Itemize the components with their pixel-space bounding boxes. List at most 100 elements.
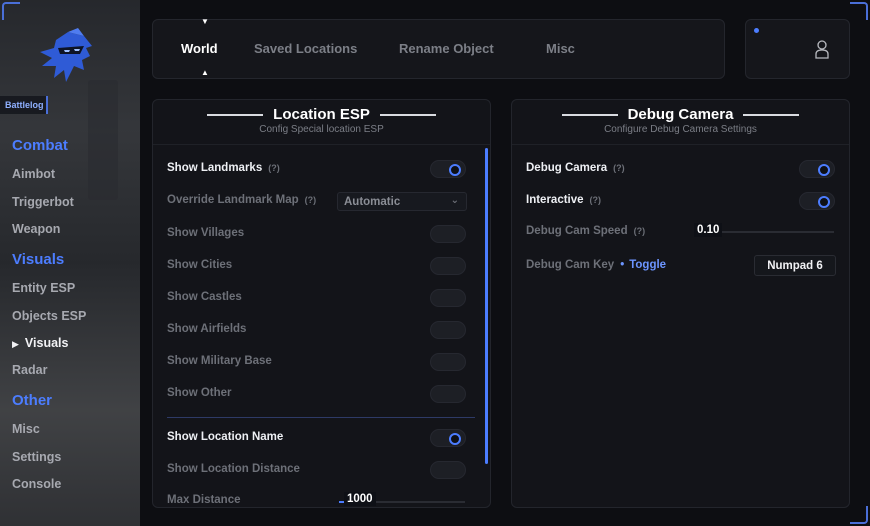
toggle-show-airfields[interactable]: [430, 321, 466, 339]
nav-section-combat: Combat: [12, 137, 68, 154]
nav-item-misc[interactable]: Misc: [12, 422, 40, 436]
nav-item-console[interactable]: Console: [12, 477, 61, 491]
toggle-show-landmarks[interactable]: [430, 160, 466, 178]
tab-misc[interactable]: Misc: [546, 41, 575, 56]
tab-rename-object[interactable]: Rename Object: [399, 41, 494, 56]
toggle-show-military-base[interactable]: [430, 353, 466, 371]
label: Debug Cam Speed: [526, 225, 628, 237]
user-icon[interactable]: [814, 39, 830, 59]
row-override-landmark-map: Override Landmark Map (?): [167, 194, 316, 206]
label: Show Landmarks: [167, 162, 263, 174]
label: Debug Camera: [526, 162, 608, 174]
location-esp-subtitle: Config Special location ESP: [259, 124, 384, 135]
label: Override Landmark Map: [167, 194, 299, 206]
debug-camera-subtitle: Configure Debug Camera Settings: [604, 124, 757, 135]
label: Show Location Distance: [167, 463, 300, 475]
toggle-knob: [818, 164, 830, 176]
row-debug-cam-speed: Debug Cam Speed (?): [526, 225, 645, 237]
nav-item-radar[interactable]: Radar: [12, 363, 47, 377]
toggle-show-castles[interactable]: [430, 289, 466, 307]
active-arrow-icon: ▶: [12, 339, 19, 349]
help-icon[interactable]: (?): [305, 195, 317, 205]
label: Show Cities: [167, 259, 233, 271]
label: Show Location Name: [167, 431, 284, 443]
user-box[interactable]: [745, 19, 850, 79]
toggle-knob: [449, 433, 461, 445]
title-line-left: [207, 114, 264, 117]
location-esp-title: Location ESP: [273, 106, 370, 123]
panel-title-location-esp: Location ESP: [153, 106, 490, 123]
label: Show Military Base: [167, 355, 272, 367]
nav-item-aimbot[interactable]: Aimbot: [12, 167, 55, 181]
row-interactive: Interactive (?): [526, 194, 601, 206]
label: Interactive: [526, 194, 584, 206]
title-line-left: [561, 114, 618, 117]
toggle-interactive[interactable]: [799, 192, 835, 210]
panel-separator: [512, 144, 849, 145]
keybind-mode-link[interactable]: • Toggle: [614, 259, 666, 271]
nav-item-visuals-label: Visuals: [24, 336, 69, 350]
row-show-cities: Show Cities: [167, 259, 232, 271]
nav-item-settings[interactable]: Settings: [12, 450, 61, 464]
nav-section-visuals: Visuals: [12, 251, 65, 268]
nav-section-other: Other: [12, 392, 53, 409]
panel-separator: [153, 144, 490, 145]
toggle-show-cities[interactable]: [430, 257, 466, 275]
help-icon[interactable]: (?): [268, 163, 280, 173]
nav-item-weapon[interactable]: Weapon: [12, 222, 60, 236]
override-map-select[interactable]: Automatic ⌄: [337, 192, 467, 211]
tab-saved-locations[interactable]: Saved Locations: [254, 41, 357, 56]
section-divider: [167, 417, 475, 418]
label: Show Airfields: [167, 323, 247, 335]
frame-corner-bottom-right: [850, 506, 868, 524]
keybind-mode: Toggle: [629, 259, 667, 271]
row-show-airfields: Show Airfields: [167, 323, 246, 335]
max-distance-value: 1000: [344, 492, 376, 506]
row-debug-camera: Debug Camera (?): [526, 162, 625, 174]
select-value: Automatic: [344, 196, 401, 208]
row-show-military-base: Show Military Base: [167, 355, 272, 367]
label: Show Other: [167, 387, 232, 399]
status-dot: [754, 28, 759, 33]
tab-marker-bottom-icon: ▲: [201, 68, 209, 77]
title-line-right: [743, 114, 800, 117]
label: Show Castles: [167, 291, 242, 303]
tab-bar: ▼ World ▲ Saved Locations Rename Object …: [152, 17, 725, 79]
row-show-villages: Show Villages: [167, 227, 244, 239]
panel-scrollbar[interactable]: [485, 148, 488, 464]
row-show-landmarks: Show Landmarks (?): [167, 162, 280, 174]
toggle-show-location-distance[interactable]: [430, 461, 466, 479]
help-icon[interactable]: (?): [590, 195, 602, 205]
tab-marker-top-icon: ▼: [201, 17, 209, 26]
label: Debug Cam Key: [526, 259, 615, 271]
debug-camera-panel: Debug Camera Configure Debug Camera Sett…: [511, 99, 850, 508]
toggle-show-other[interactable]: [430, 385, 466, 403]
row-show-other: Show Other: [167, 387, 232, 399]
toggle-show-location-name[interactable]: [430, 429, 466, 447]
row-max-distance: Max Distance: [167, 494, 241, 506]
frame-corner-top-right: [850, 2, 868, 20]
toggle-show-villages[interactable]: [430, 225, 466, 243]
keybind-button[interactable]: Numpad 6: [754, 255, 836, 276]
row-show-location-distance: Show Location Distance: [167, 463, 300, 475]
label: Show Villages: [167, 227, 245, 239]
nav-item-visuals[interactable]: ▶ Visuals: [12, 336, 68, 350]
tab-world[interactable]: World: [181, 41, 218, 56]
help-icon[interactable]: (?): [634, 226, 646, 236]
row-debug-cam-key: Debug Cam Key • Toggle: [526, 259, 666, 271]
nav-item-entity-esp[interactable]: Entity ESP: [12, 281, 75, 295]
location-esp-panel: Location ESP Config Special location ESP…: [152, 99, 491, 508]
panel-title-debug-camera: Debug Camera: [512, 106, 849, 123]
toggle-debug-camera[interactable]: [799, 160, 835, 178]
nav-item-objects-esp[interactable]: Objects ESP: [12, 309, 86, 323]
toggle-knob: [449, 164, 461, 176]
debug-camera-title: Debug Camera: [627, 106, 734, 123]
sidebar: Battlelog Combat Aimbot Triggerbot Weapo…: [0, 0, 140, 526]
chevron-down-icon: ⌄: [450, 195, 459, 206]
row-show-location-name: Show Location Name: [167, 431, 283, 443]
row-show-castles: Show Castles: [167, 291, 242, 303]
nav-item-triggerbot[interactable]: Triggerbot: [12, 195, 74, 209]
brand-tag: Battlelog: [0, 96, 48, 114]
help-icon[interactable]: (?): [613, 163, 625, 173]
title-line-right: [379, 114, 436, 117]
